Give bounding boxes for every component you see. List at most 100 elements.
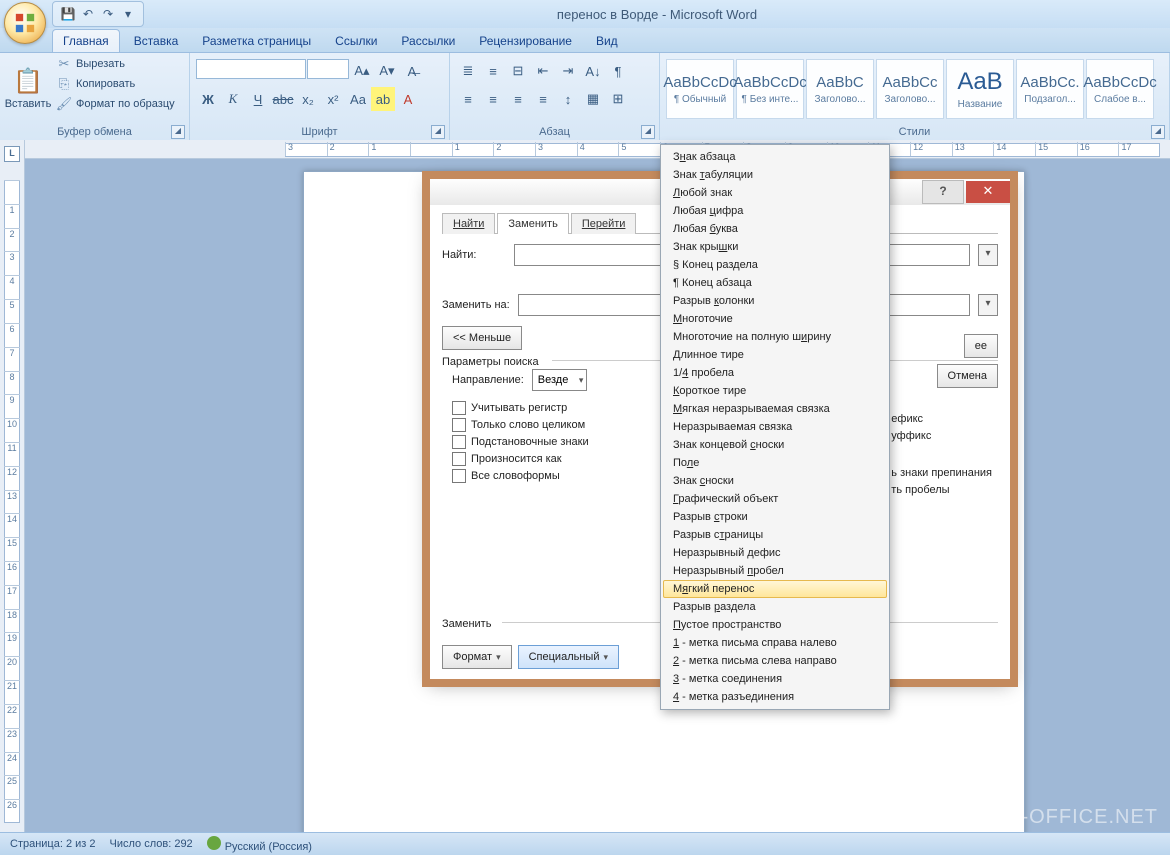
style-tile-0[interactable]: AaBbCcDc¶ Обычный (666, 59, 734, 119)
ctx-item-16[interactable]: Знак концевой сноски (663, 436, 887, 454)
ctx-item-21[interactable]: Разрыв страницы (663, 526, 887, 544)
status-page[interactable]: Страница: 2 из 2 (10, 838, 96, 850)
find-dropdown[interactable]: ▾ (978, 244, 998, 266)
ctx-item-0[interactable]: Знак абзаца (663, 148, 887, 166)
ctx-item-1[interactable]: Знак табуляции (663, 166, 887, 184)
bold-button[interactable]: Ж (196, 87, 220, 111)
ctx-item-12[interactable]: 1/4 пробела (663, 364, 887, 382)
borders-button[interactable]: ⊞ (606, 87, 630, 111)
special-button[interactable]: Специальный (518, 645, 619, 669)
change-case-button[interactable]: Aa (346, 87, 370, 111)
font-size-picker[interactable] (307, 59, 349, 79)
ee-button[interactable]: ее (964, 334, 998, 358)
tab-references[interactable]: Ссылки (325, 30, 387, 52)
ctx-item-27[interactable]: 1 - метка письма справа налево (663, 634, 887, 652)
ctx-item-24[interactable]: Мягкий перенос (663, 580, 887, 598)
redo-icon[interactable]: ↷ (99, 5, 117, 23)
styles-dialog-launcher[interactable]: ◢ (1151, 125, 1165, 139)
undo-icon[interactable]: ↶ (79, 5, 97, 23)
status-words[interactable]: Число слов: 292 (110, 838, 193, 850)
ctx-item-30[interactable]: 4 - метка разъединения (663, 688, 887, 706)
para-dialog-launcher[interactable]: ◢ (641, 125, 655, 139)
underline-button[interactable]: Ч (246, 87, 270, 111)
tab-review[interactable]: Рецензирование (469, 30, 582, 52)
multilevel-button[interactable]: ⊟ (506, 59, 530, 83)
shrink-font-button[interactable]: A▾ (375, 59, 399, 83)
strike-button[interactable]: abc (271, 87, 295, 111)
show-marks-button[interactable]: ¶ (606, 59, 630, 83)
format-painter-button[interactable]: 🖌Формат по образцу (54, 95, 177, 113)
ctx-item-14[interactable]: Мягкая неразрываемая связка (663, 400, 887, 418)
ctx-item-7[interactable]: ¶ Конец абзаца (663, 274, 887, 292)
style-tile-1[interactable]: AaBbCcDc¶ Без инте... (736, 59, 804, 119)
copy-button[interactable]: ⎘Копировать (54, 75, 177, 93)
save-icon[interactable]: 💾 (59, 5, 77, 23)
format-button[interactable]: Формат (442, 645, 512, 669)
ctx-item-19[interactable]: Графический объект (663, 490, 887, 508)
highlight-button[interactable]: ab (371, 87, 395, 111)
ctx-item-5[interactable]: Знак крышки (663, 238, 887, 256)
style-tile-5[interactable]: AaBbCc.Подзагол... (1016, 59, 1084, 119)
sort-button[interactable]: A↓ (581, 59, 605, 83)
ctx-item-4[interactable]: Любая буква (663, 220, 887, 238)
decrease-indent-button[interactable]: ⇤ (531, 59, 555, 83)
office-button[interactable] (4, 2, 46, 44)
font-dialog-launcher[interactable]: ◢ (431, 125, 445, 139)
ctx-item-22[interactable]: Неразрывный дефис (663, 544, 887, 562)
ctx-item-18[interactable]: Знак сноски (663, 472, 887, 490)
align-left-button[interactable]: ≡ (456, 87, 480, 111)
tab-find[interactable]: Найти (442, 213, 495, 234)
tab-insert[interactable]: Вставка (124, 30, 189, 52)
superscript-button[interactable]: x² (321, 87, 345, 111)
clipboard-dialog-launcher[interactable]: ◢ (171, 125, 185, 139)
style-tile-4[interactable]: AaBНазвание (946, 59, 1014, 119)
line-spacing-button[interactable]: ↕ (556, 87, 580, 111)
bullets-button[interactable]: ≣ (456, 59, 480, 83)
less-button[interactable]: << Меньше (442, 326, 522, 350)
style-tile-6[interactable]: AaBbCcDcСлабое в... (1086, 59, 1154, 119)
style-tile-2[interactable]: AaBbCЗаголово... (806, 59, 874, 119)
shading-button[interactable]: ▦ (581, 87, 605, 111)
tab-layout[interactable]: Разметка страницы (192, 30, 321, 52)
tab-mailings[interactable]: Рассылки (391, 30, 465, 52)
tab-view[interactable]: Вид (586, 30, 628, 52)
clear-formatting-button[interactable]: A̶ (400, 59, 424, 83)
cut-button[interactable]: ✂Вырезать (54, 55, 177, 73)
ctx-item-20[interactable]: Разрыв строки (663, 508, 887, 526)
direction-select[interactable]: Везде (532, 369, 588, 391)
ctx-item-10[interactable]: Многоточие на полную ширину (663, 328, 887, 346)
ctx-item-23[interactable]: Неразрывный пробел (663, 562, 887, 580)
status-language[interactable]: Русский (Россия) (207, 836, 312, 853)
ctx-item-8[interactable]: Разрыв колонки (663, 292, 887, 310)
increase-indent-button[interactable]: ⇥ (556, 59, 580, 83)
ctx-item-17[interactable]: Поле (663, 454, 887, 472)
cancel-button[interactable]: Отмена (937, 364, 998, 388)
ctx-item-29[interactable]: 3 - метка соединения (663, 670, 887, 688)
italic-button[interactable]: К (221, 87, 245, 111)
tab-home[interactable]: Главная (52, 29, 120, 52)
justify-button[interactable]: ≡ (531, 87, 555, 111)
ctx-item-11[interactable]: Длинное тире (663, 346, 887, 364)
ctx-item-13[interactable]: Короткое тире (663, 382, 887, 400)
dialog-close-button[interactable]: ✕ (966, 181, 1010, 203)
ctx-item-6[interactable]: § Конец раздела (663, 256, 887, 274)
numbering-button[interactable]: ≡ (481, 59, 505, 83)
align-right-button[interactable]: ≡ (506, 87, 530, 111)
ctx-item-9[interactable]: Многоточие (663, 310, 887, 328)
font-color-button[interactable]: A (396, 87, 420, 111)
ctx-item-15[interactable]: Неразрываемая связка (663, 418, 887, 436)
align-center-button[interactable]: ≡ (481, 87, 505, 111)
replace-dropdown[interactable]: ▾ (978, 294, 998, 316)
ctx-item-3[interactable]: Любая цифра (663, 202, 887, 220)
font-family-picker[interactable] (196, 59, 306, 79)
dialog-help-button[interactable]: ? (922, 180, 964, 204)
grow-font-button[interactable]: A▴ (350, 59, 374, 83)
ctx-item-28[interactable]: 2 - метка письма слева направо (663, 652, 887, 670)
qat-dropdown-icon[interactable]: ▾ (119, 5, 137, 23)
ctx-item-25[interactable]: Разрыв раздела (663, 598, 887, 616)
tab-goto[interactable]: Перейти (571, 213, 637, 234)
subscript-button[interactable]: x₂ (296, 87, 320, 111)
paste-button[interactable]: 📋 Вставить (6, 55, 50, 121)
tab-selector[interactable]: L (4, 146, 20, 162)
ctx-item-26[interactable]: Пустое пространство (663, 616, 887, 634)
